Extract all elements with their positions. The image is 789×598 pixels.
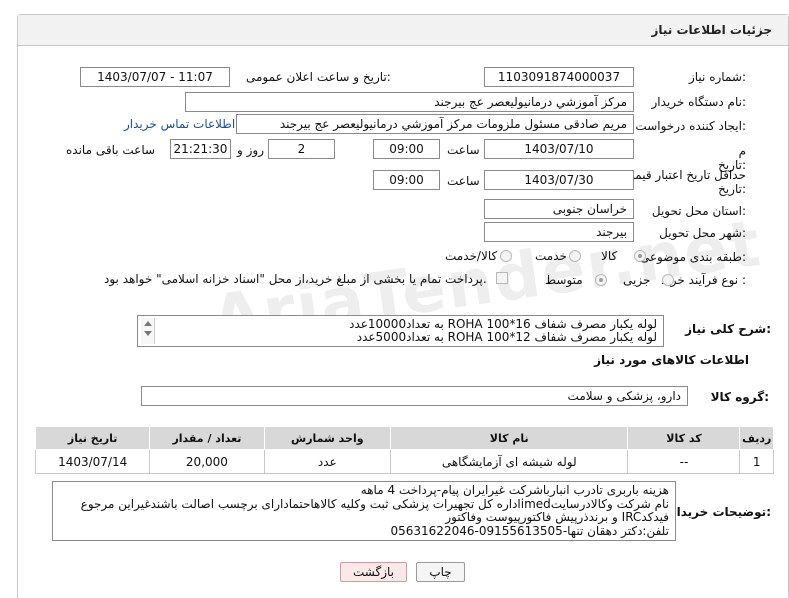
category-radio-both[interactable] <box>500 250 512 262</box>
goods-section-title: اطلاعات کالاهای مورد نیاز <box>594 353 749 367</box>
announce-label: تاریخ و ساعت اعلان عمومی: <box>246 70 391 84</box>
category-option-goods: کالا <box>601 249 618 263</box>
col-unit: واحد شمارش <box>263 426 392 450</box>
table-row: 1 -- لوله شیشه ای آزمایشگاهی عدد 20,000 … <box>34 449 774 474</box>
col-qty: تعداد / مقدار <box>149 426 265 450</box>
scroll-up-icon[interactable] <box>144 321 152 326</box>
contact-info-link[interactable]: اطلاعات تماس خریدار <box>124 117 235 131</box>
province-field: خراسان جنوبی <box>484 199 634 219</box>
creator-label: ایجاد کننده درخواست: <box>635 119 746 133</box>
buyer-note-line-2: نام شرکت وکالادرسایتimedاداره کل تجهیرات… <box>80 496 669 511</box>
payment-note: پرداخت تمام یا بخشی از مبلغ خرید،از محل … <box>104 272 487 286</box>
cell-unit: عدد <box>263 449 392 474</box>
summary-label: شرح کلی نیاز: <box>685 322 771 336</box>
category-option-service: خدمت <box>535 249 567 263</box>
buyer-notes-box: هزینه باربری تادرب انبارباشرکت غیرایران … <box>52 481 676 541</box>
process-option-medium: متوسط <box>545 273 583 287</box>
buyer-org-label: نام دستگاه خریدار: <box>651 95 747 109</box>
validity-time-field: 09:00 <box>373 170 440 190</box>
remaining-time-field: 21:21:30 <box>170 139 231 159</box>
validity-label-2: تاریخ: <box>718 182 746 196</box>
goods-group-field: دارو، پزشکی و سلامت <box>141 386 688 406</box>
reply-date-field: 1403/07/10 <box>484 139 634 159</box>
need-number-label: شماره نیاز: <box>688 70 746 84</box>
goods-table: ردیف کد کالا نام کالا واحد شمارش تعداد /… <box>34 426 774 474</box>
goods-group-label: گروه کالا: <box>710 390 769 404</box>
col-name: نام کالا <box>390 426 629 450</box>
buyer-org-field: مرکز آموزشي درمانيوليعصر عج بيرجند <box>185 92 634 112</box>
back-button[interactable]: بازگشت <box>340 562 407 582</box>
reply-deadline-label: م <box>738 144 746 158</box>
days-label: روز و <box>237 143 264 157</box>
summary-line-2: لوله یکبار مصرف شفاف 12*100 ROHA به تعدا… <box>356 330 657 344</box>
print-button[interactable]: چاپ <box>416 562 465 582</box>
reply-time-field: 09:00 <box>373 139 440 159</box>
days-field: 2 <box>268 139 335 159</box>
creator-field: مريم صادقی مسئول ملزومات مرکز آموزشي درم… <box>236 114 634 134</box>
need-number-field: 1103091874000037 <box>484 67 634 87</box>
treasury-payment-checkbox[interactable] <box>496 272 508 284</box>
city-field: بیرجند <box>484 222 634 242</box>
province-label: استان محل تحویل: <box>651 204 746 218</box>
process-radio-medium[interactable] <box>595 274 607 286</box>
category-radio-service[interactable] <box>569 250 581 262</box>
col-code: کد کالا <box>627 426 741 450</box>
buyer-note-line-1: هزینه باربری تادرب انبارباشرکت غیرایران … <box>360 483 669 497</box>
city-label: شهر محل تحویل: <box>659 226 746 240</box>
remaining-label: ساعت باقی مانده <box>66 143 156 157</box>
scroll-down-icon[interactable] <box>144 331 152 336</box>
validity-date-field: 1403/07/30 <box>484 170 634 190</box>
cell-name: لوله شیشه ای آزمایشگاهی <box>390 449 629 474</box>
buyer-note-line-4: تلفن:دکتر دهقان تنها-09155613505-0563162… <box>390 523 670 538</box>
summary-textarea[interactable]: لوله یکبار مصرف شفاف 16*100 ROHA به تعدا… <box>137 315 664 347</box>
cell-code: -- <box>627 449 741 474</box>
buyer-note-line-3: فیدکدIRC و برندذرپیش فاکتورپیوست وفاکتور <box>445 510 669 524</box>
summary-scrollbar[interactable] <box>141 318 155 344</box>
category-radio-goods[interactable] <box>634 250 646 262</box>
validity-time-label: ساعت <box>447 174 480 188</box>
process-radio-minor[interactable] <box>662 274 674 286</box>
col-row: ردیف <box>739 426 774 450</box>
announce-field: 1403/07/07 - 11:07 <box>80 67 230 87</box>
panel-header: جزئیات اطلاعات نیاز <box>18 15 788 46</box>
reply-time-label: ساعت <box>447 143 480 157</box>
cell-row: 1 <box>739 449 774 474</box>
panel-title: جزئیات اطلاعات نیاز <box>651 23 772 37</box>
buyer-notes-label: توضیحات خریدار: <box>669 505 771 519</box>
process-option-minor: جزیی <box>623 273 651 287</box>
category-option-both: کالا/خدمت <box>445 249 498 263</box>
category-label: طبقه بندی موضوعی: <box>639 250 746 264</box>
cell-date: 1403/07/14 <box>34 449 151 474</box>
cell-qty: 20,000 <box>149 449 265 474</box>
col-date: تاریخ نیاز <box>34 426 151 450</box>
